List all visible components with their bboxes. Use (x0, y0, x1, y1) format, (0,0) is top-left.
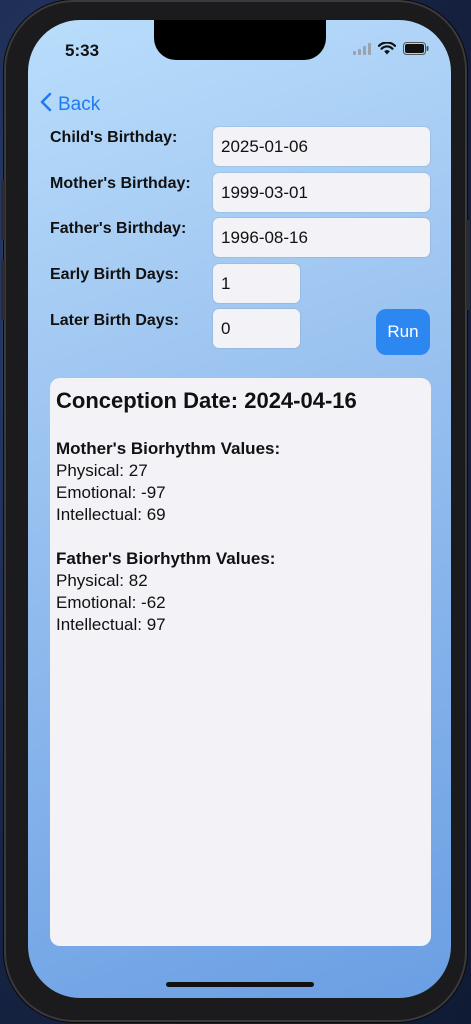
later-birth-days-field[interactable]: 0 (213, 309, 300, 348)
conception-date: Conception Date: 2024-04-16 (56, 388, 357, 413)
father-intellectual: Intellectual: 97 (56, 615, 166, 634)
wifi-icon (377, 41, 397, 60)
camera-notch (154, 20, 326, 60)
father-emotional: Emotional: -62 (56, 593, 166, 612)
mother-birthday-label: Mother's Birthday: (50, 175, 191, 192)
signal-icon (353, 42, 371, 60)
early-birth-days-label: Early Birth Days: (50, 266, 179, 283)
mother-birthday-field[interactable]: 1999-03-01 (213, 173, 430, 212)
run-button[interactable]: Run (376, 309, 430, 355)
mother-intellectual: Intellectual: 69 (56, 505, 166, 524)
child-birthday-label: Child's Birthday: (50, 129, 178, 146)
battery-icon (403, 42, 429, 60)
side-button (1, 260, 5, 320)
home-indicator[interactable] (166, 982, 314, 987)
later-birth-days-label: Later Birth Days: (50, 312, 179, 329)
side-button (466, 220, 470, 310)
father-birthday-label: Father's Birthday: (50, 220, 187, 237)
status-time: 5:33 (65, 41, 100, 60)
father-birthday-field[interactable]: 1996-08-16 (213, 218, 430, 257)
mother-biorhythm-heading: Mother's Biorhythm Values: (56, 439, 281, 458)
result-panel: Conception Date: 2024-04-16 Mother's Bio… (50, 378, 431, 946)
back-label: Back (58, 94, 101, 115)
status-icons (353, 41, 429, 60)
app-screen: 5:33 Back Child's Birthday: 2025-01-06 M… (28, 20, 451, 998)
father-biorhythm-heading: Father's Biorhythm Values: (56, 549, 276, 568)
early-birth-days-field[interactable]: 1 (213, 264, 300, 303)
father-physical: Physical: 82 (56, 571, 148, 590)
mother-emotional: Emotional: -97 (56, 483, 166, 502)
chevron-left-icon (40, 92, 52, 118)
mother-physical: Physical: 27 (56, 461, 148, 480)
back-button[interactable]: Back (40, 92, 100, 118)
child-birthday-field[interactable]: 2025-01-06 (213, 127, 430, 166)
side-button (1, 180, 5, 240)
phone-frame: 5:33 Back Child's Birthday: 2025-01-06 M… (1, 0, 470, 1022)
